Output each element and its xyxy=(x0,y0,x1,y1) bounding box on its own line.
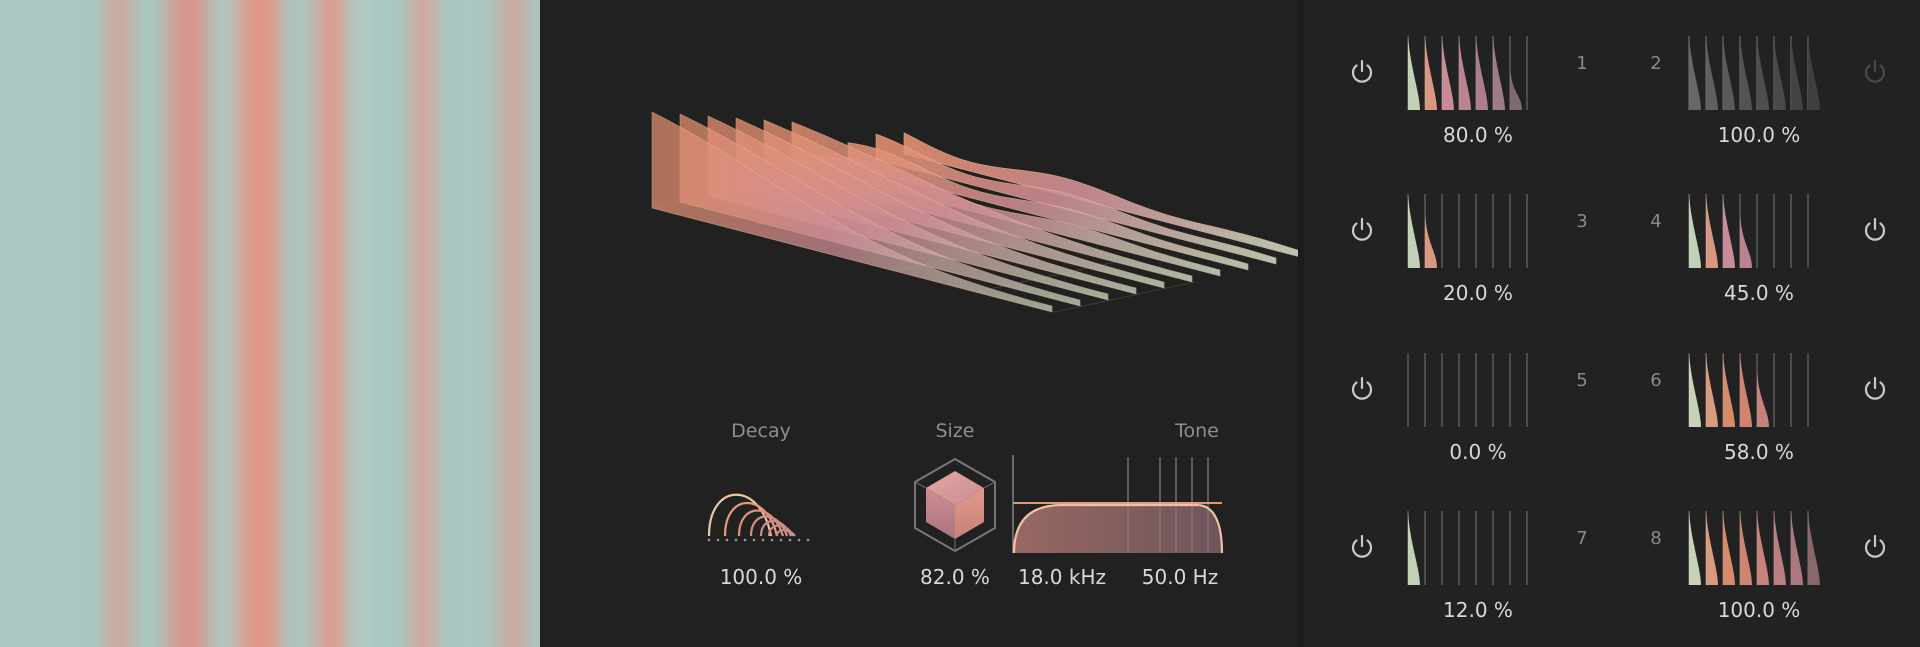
size-label: Size xyxy=(935,420,975,442)
band-meter-fill xyxy=(1740,511,1752,585)
band-meter-fill xyxy=(1706,194,1718,268)
band-meter-fill xyxy=(1791,36,1803,110)
power-icon xyxy=(1347,57,1377,87)
band-meter[interactable] xyxy=(1404,351,1544,429)
band-meter[interactable] xyxy=(1685,509,1825,587)
band-number: 4 xyxy=(1650,211,1662,232)
band-value: 45.0 % xyxy=(1724,281,1794,305)
band-meter[interactable] xyxy=(1685,34,1825,112)
band-meter-fill xyxy=(1459,36,1471,110)
band-meter-fill xyxy=(1689,194,1701,268)
band-meter-fill xyxy=(1740,353,1752,427)
band-meter-wrap xyxy=(1404,192,1544,270)
band-power-button[interactable] xyxy=(1860,374,1890,404)
impulse-response-waterfall xyxy=(651,111,1298,313)
tone-high-value: 18.0 kHz xyxy=(1017,565,1106,589)
power-icon xyxy=(1860,374,1890,404)
band-meter-wrap xyxy=(1685,351,1825,429)
band-meter[interactable] xyxy=(1685,192,1825,270)
band-meter-fill xyxy=(1723,353,1735,427)
band-meter-fill xyxy=(1425,36,1437,110)
band-number: 7 xyxy=(1576,528,1588,549)
tone-label: Tone xyxy=(1175,420,1219,442)
band-meter-wrap xyxy=(1404,509,1544,587)
band-meter-fill xyxy=(1808,36,1820,110)
band-value: 12.0 % xyxy=(1443,598,1513,622)
band-meter-fill xyxy=(1689,36,1701,110)
band-meter-wrap xyxy=(1404,351,1544,429)
band-meter-fill xyxy=(1493,36,1505,110)
band-meter[interactable] xyxy=(1685,351,1825,429)
band-meter-fill xyxy=(1689,353,1701,427)
decay-value: 100.0 % xyxy=(719,565,803,589)
band-power-button[interactable] xyxy=(1347,215,1377,245)
band-meter-fill xyxy=(1774,511,1786,585)
band-meter-fill xyxy=(1723,511,1735,585)
band-meter-fill xyxy=(1740,36,1752,110)
band-power-button[interactable] xyxy=(1347,374,1377,404)
band-meter-fill xyxy=(1425,214,1437,268)
band-value: 0.0 % xyxy=(1449,440,1507,464)
main-panel: Decay 100.0 % Size 82.0 % Tone 18.0 kHz … xyxy=(540,0,1298,647)
band-power-button[interactable] xyxy=(1860,215,1890,245)
band-meter-fill xyxy=(1808,511,1820,585)
decay-knob[interactable] xyxy=(701,476,821,546)
reverb-visualizer xyxy=(0,0,540,647)
band-power-button[interactable] xyxy=(1860,57,1890,87)
band-meter-fill xyxy=(1689,511,1701,585)
band-meter-fill xyxy=(1510,66,1522,110)
band-value: 80.0 % xyxy=(1443,123,1513,147)
band-meter-fill xyxy=(1706,36,1718,110)
size-knob[interactable] xyxy=(910,455,1000,555)
band-meter-wrap xyxy=(1685,509,1825,587)
band-meter-fill xyxy=(1757,36,1769,110)
band-meter[interactable] xyxy=(1404,34,1544,112)
band-number: 1 xyxy=(1576,53,1588,74)
power-icon xyxy=(1347,532,1377,562)
band-meter-fill xyxy=(1706,511,1718,585)
band-meter-fill xyxy=(1757,511,1769,585)
band-number: 8 xyxy=(1650,528,1662,549)
band-meter-fill xyxy=(1476,36,1488,110)
band-meter-wrap xyxy=(1685,34,1825,112)
power-icon xyxy=(1347,374,1377,404)
power-icon xyxy=(1347,215,1377,245)
band-meter-fill xyxy=(1442,36,1454,110)
band-meter-fill xyxy=(1723,194,1735,268)
power-icon xyxy=(1860,532,1890,562)
band-number: 3 xyxy=(1576,211,1588,232)
waterfall-layers xyxy=(651,111,1298,313)
band-meter-fill xyxy=(1791,511,1803,585)
band-value: 58.0 % xyxy=(1724,440,1794,464)
tone-filter-display[interactable] xyxy=(1012,455,1226,555)
bands-panel: 1 80.0 % 2 100.0 % 3 20.0 % 4 45.0 % 5 0.0 % 6 58.0… xyxy=(1304,0,1920,647)
band-value: 100.0 % xyxy=(1717,123,1801,147)
power-icon xyxy=(1860,57,1890,87)
decay-label: Decay xyxy=(731,420,791,442)
tone-low-value: 50.0 Hz xyxy=(1141,565,1219,589)
band-power-button[interactable] xyxy=(1860,532,1890,562)
band-meter-fill xyxy=(1723,36,1735,110)
band-power-button[interactable] xyxy=(1347,57,1377,87)
band-number: 5 xyxy=(1576,370,1588,391)
band-meter-wrap xyxy=(1404,34,1544,112)
band-number: 2 xyxy=(1650,53,1662,74)
band-meter-fill xyxy=(1740,214,1752,268)
band-meter[interactable] xyxy=(1404,509,1544,587)
power-icon xyxy=(1860,215,1890,245)
band-meter-fill xyxy=(1706,353,1718,427)
band-meter-fill xyxy=(1408,194,1420,268)
band-meter-fill xyxy=(1757,371,1769,427)
band-meter-fill xyxy=(1408,513,1420,585)
band-meter-fill xyxy=(1408,36,1420,110)
band-value: 20.0 % xyxy=(1443,281,1513,305)
reverb-stripes xyxy=(0,0,540,647)
band-meter[interactable] xyxy=(1404,192,1544,270)
band-number: 6 xyxy=(1650,370,1662,391)
band-meter-wrap xyxy=(1685,192,1825,270)
band-value: 100.0 % xyxy=(1717,598,1801,622)
band-power-button[interactable] xyxy=(1347,532,1377,562)
band-meter-fill xyxy=(1774,36,1786,110)
